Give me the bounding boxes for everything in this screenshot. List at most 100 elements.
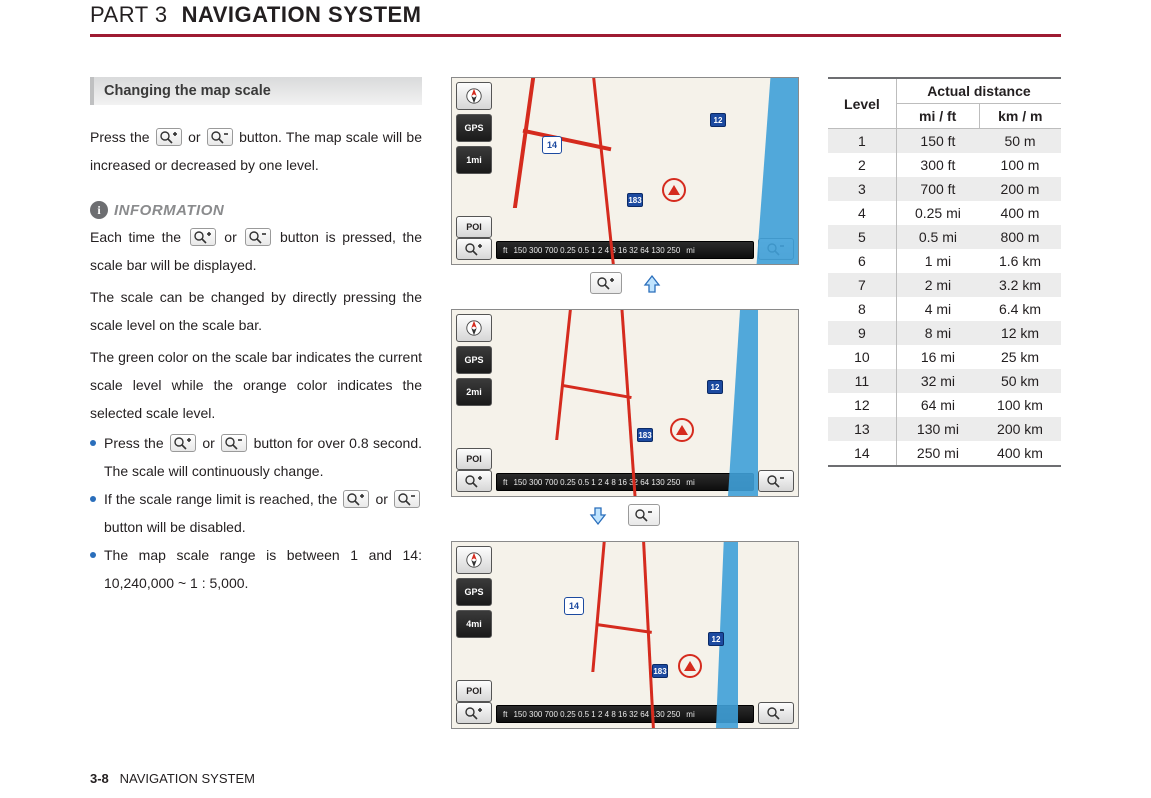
cell-km-m: 100 m [979,153,1061,177]
text: If the scale range limit is reached, the [104,491,341,507]
table-row: 1132 mi50 km [828,369,1061,393]
poi-button[interactable]: POI [456,680,492,702]
arrow-up-icon [642,274,662,294]
cell-km-m: 12 km [979,321,1061,345]
text: button will be disabled. [104,519,246,535]
bullet-limit-disabled: If the scale range limit is reached, the… [90,485,422,541]
table-row: 14250 mi400 km [828,441,1061,466]
scalebar-unit-ft: ft [503,246,507,255]
compass-button[interactable] [456,314,492,342]
scale-label: 2mi [456,378,492,406]
scalebar-unit-mi: mi [686,710,694,719]
gps-indicator: GPS [456,114,492,142]
text: Each time the [90,229,188,245]
exit-sign: 12 [707,380,723,394]
map-screenshot-2mi: GPS 2mi POI ft 150 300 700 0.25 0.5 1 2 … [451,309,799,497]
text: or [224,229,243,245]
zoom-in-icon [590,272,622,294]
table-row: 98 mi12 km [828,321,1061,345]
scale-bar[interactable]: ft 150 300 700 0.25 0.5 1 2 4 8 16 32 64… [496,473,754,491]
header-part: PART 3 [90,2,168,28]
cell-level: 13 [828,417,896,441]
gps-indicator: GPS [456,578,492,606]
poi-button[interactable]: POI [456,216,492,238]
cell-level: 6 [828,249,896,273]
cell-km-m: 25 km [979,345,1061,369]
cell-mi-ft: 250 mi [896,441,979,466]
cell-km-m: 400 m [979,201,1061,225]
cell-km-m: 3.2 km [979,273,1061,297]
zoom-in-button[interactable] [456,238,492,260]
scale-label: 4mi [456,610,492,638]
zoom-out-button[interactable] [758,470,794,492]
table-row: 1264 mi100 km [828,393,1061,417]
page-number: 3-8 [90,771,109,786]
cell-level: 4 [828,201,896,225]
zoom-in-icon [156,128,182,146]
zoom-out-icon [221,434,247,452]
cell-km-m: 400 km [979,441,1061,466]
zoom-in-icon [343,490,369,508]
zoom-in-button[interactable] [456,470,492,492]
th-level: Level [828,78,896,129]
cell-mi-ft: 700 ft [896,177,979,201]
bullet-scale-range: The map scale range is between 1 and 14:… [90,541,422,597]
cell-mi-ft: 130 mi [896,417,979,441]
cell-level: 11 [828,369,896,393]
scalebar-unit-mi: mi [686,246,694,255]
scalebar-unit-ft: ft [503,478,507,487]
cell-mi-ft: 0.5 mi [896,225,979,249]
text: or [188,129,205,145]
route-183-shield: 183 [637,428,653,442]
cell-mi-ft: 150 ft [896,129,979,154]
cell-level: 7 [828,273,896,297]
scale-bar[interactable]: ft 150 300 700 0.25 0.5 1 2 4 8 16 32 64… [496,705,754,723]
cell-level: 3 [828,177,896,201]
text: or [202,435,219,451]
table-row: 3700 ft200 m [828,177,1061,201]
zoom-out-button[interactable] [758,702,794,724]
cell-mi-ft: 0.25 mi [896,201,979,225]
cell-level: 1 [828,129,896,154]
zoom-in-button[interactable] [456,702,492,724]
scale-label: 1mi [456,146,492,174]
scalebar-unit-ft: ft [503,710,507,719]
cell-level: 12 [828,393,896,417]
exit-sign: 12 [710,113,726,127]
compass-button[interactable] [456,546,492,574]
compass-button[interactable] [456,82,492,110]
scalebar-ticks: 150 300 700 0.25 0.5 1 2 4 8 16 32 64 13… [513,246,680,255]
cell-level: 9 [828,321,896,345]
cell-km-m: 800 m [979,225,1061,249]
th-km-m: km / m [979,104,1061,129]
page-footer: 3-8 NAVIGATION SYSTEM [90,771,255,786]
th-mi-ft: mi / ft [896,104,979,129]
cell-km-m: 50 km [979,369,1061,393]
arrow-down-icon [588,506,608,526]
cell-level: 5 [828,225,896,249]
table-row: 13130 mi200 km [828,417,1061,441]
table-row: 61 mi1.6 km [828,249,1061,273]
cell-km-m: 100 km [979,393,1061,417]
info-icon: i [90,201,108,219]
scale-bar[interactable]: ft 150 300 700 0.25 0.5 1 2 4 8 16 32 64… [496,241,754,259]
map-screenshot-4mi: GPS 4mi POI ft 150 300 700 0.25 0.5 1 2 … [451,541,799,729]
poi-button[interactable]: POI [456,448,492,470]
scale-distance-table: Level Actual distance mi / ft km / m 115… [828,77,1061,467]
bullet-hold-button: Press the or button for over 0.8 second.… [90,429,422,485]
route-183-shield: 183 [652,664,668,678]
route-14-shield: 14 [542,136,562,154]
table-row: 1150 ft50 m [828,129,1061,154]
cell-level: 14 [828,441,896,466]
scalebar-unit-mi: mi [686,478,694,487]
th-actual-distance: Actual distance [896,78,1061,104]
cell-mi-ft: 8 mi [896,321,979,345]
info-paragraph-1: Each time the or button is pressed, the … [90,223,422,279]
cell-mi-ft: 1 mi [896,249,979,273]
page-header: PART 3 NAVIGATION SYSTEM [90,0,1061,37]
table-row: 1016 mi25 km [828,345,1061,369]
zoom-in-icon [190,228,216,246]
text: Press the [104,435,168,451]
info-label: INFORMATION [114,202,224,219]
zoom-out-icon [245,228,271,246]
